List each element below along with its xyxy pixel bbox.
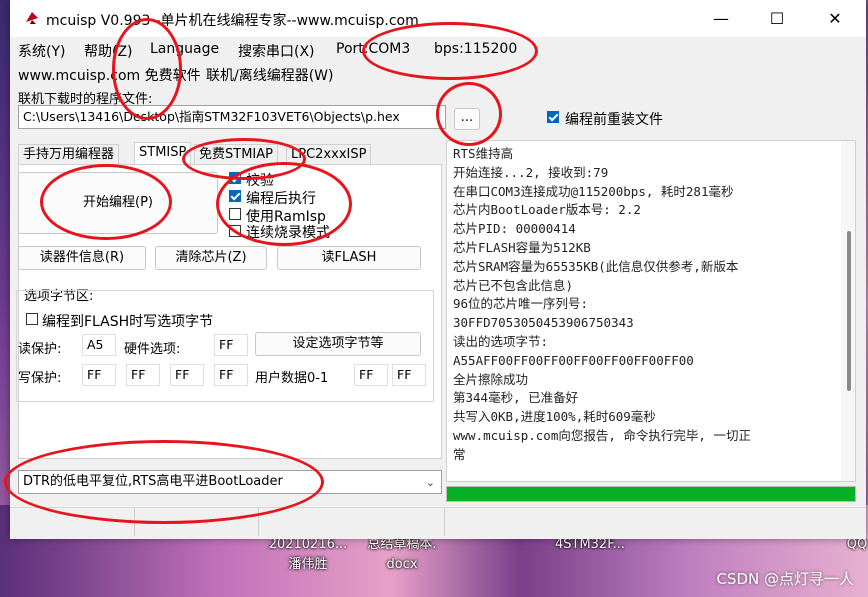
write-option-label: 编程到FLASH时写选项字节 xyxy=(42,314,214,330)
log-line: 共写入0KB,进度100%,耗时609毫秒 xyxy=(453,409,656,425)
annotation-circle-port xyxy=(362,22,538,80)
desktop-file-2-ext: docx xyxy=(386,557,418,572)
log-line: 30FFD7053050453906750343 xyxy=(453,315,634,331)
hw-option-label: 硬件选项: xyxy=(124,342,181,357)
log-line: www.mcuisp.com向您报告, 命令执行完毕, 一切正 xyxy=(453,427,751,443)
desktop-file-1-owner: 潘伟胜 xyxy=(288,557,328,572)
app-icon xyxy=(26,12,38,24)
log-line: 读出的选项字节: xyxy=(453,333,549,349)
hw-option-field[interactable]: FF xyxy=(214,334,248,356)
log-line: 在串口COM3连接成功@115200bps, 耗时281毫秒 xyxy=(453,183,734,199)
log-output[interactable]: RTS维持高开始连接...2, 接收到:79 在串口COM3连接成功@115200… xyxy=(446,140,856,482)
write-protect-field-1[interactable]: FF xyxy=(82,364,116,386)
log-line: 开始连接...2, 接收到:79 xyxy=(453,164,609,180)
log-line: A55AFF00FF00FF00FF00FF00FF00FF00 xyxy=(453,352,694,368)
csdn-watermark: CSDN @点灯寻一人 xyxy=(716,570,854,588)
read-info-button[interactable]: 读器件信息(R) xyxy=(18,246,146,270)
log-line: 芯片已不包含此信息) xyxy=(453,277,574,293)
annotation-circle-dtr xyxy=(4,440,324,524)
read-protect-field[interactable]: A5 xyxy=(82,334,116,356)
write-protect-field-3[interactable]: FF xyxy=(170,364,204,386)
log-line: 芯片内BootLoader版本号: 2.2 xyxy=(453,202,641,218)
log-line: 常 xyxy=(453,446,466,462)
log-line: RTS维持高 xyxy=(453,146,514,161)
desktop-file-1[interactable]: 20210216... 潘伟胜 xyxy=(258,535,358,575)
minimize-button[interactable]: — xyxy=(692,0,750,37)
progress-fill xyxy=(447,487,855,501)
write-protect-field-2[interactable]: FF xyxy=(126,364,160,386)
close-button[interactable]: ✕ xyxy=(806,0,864,37)
menu-search-port[interactable]: 搜索串口(X) xyxy=(238,41,315,61)
write-protect-label: 写保护: xyxy=(18,371,62,386)
file-path-input[interactable]: C:\Users\13416\Desktop\指南STM32F103VET6\O… xyxy=(18,105,446,129)
annotation-circle-options xyxy=(216,162,352,246)
menu-offline[interactable]: 联机/离线编程器(W) xyxy=(206,65,333,85)
log-line: 96位的芯片唯一序列号: xyxy=(453,296,589,312)
user-data-field-2[interactable]: FF xyxy=(392,364,426,386)
write-option-checkbox[interactable] xyxy=(26,313,38,325)
maximize-button[interactable]: ☐ xyxy=(748,0,806,37)
window-title: mcuisp V0.993--单片机在线编程专家--www.mcuisp.com xyxy=(46,13,419,29)
log-scroll-thumb[interactable] xyxy=(847,231,851,391)
menu-system[interactable]: 系统(Y) xyxy=(18,41,65,61)
read-flash-button[interactable]: 读FLASH xyxy=(277,246,421,270)
user-data-field-1[interactable]: FF xyxy=(354,364,388,386)
annotation-circle-help xyxy=(112,18,182,120)
log-line: 芯片PID: 00000414 xyxy=(453,221,576,237)
mcuisp-window: mcuisp V0.993--单片机在线编程专家--www.mcuisp.com… xyxy=(4,0,866,539)
log-scrollbar[interactable] xyxy=(841,141,855,481)
erase-chip-button[interactable]: 清除芯片(Z) xyxy=(155,246,267,270)
tab-handheld[interactable]: 手持万用编程器 xyxy=(18,144,120,164)
write-protect-field-4[interactable]: FF xyxy=(214,364,248,386)
log-line: 芯片SRAM容量为65535KB(此信息仅供参考,新版本 xyxy=(453,258,739,274)
user-data-label: 用户数据0-1 xyxy=(255,371,329,386)
status-divider-3 xyxy=(444,508,445,536)
reload-checkbox[interactable] xyxy=(547,111,559,123)
desktop-file-2[interactable]: 总结草稿本. docx xyxy=(352,535,452,575)
annotation-circle-start xyxy=(40,164,172,240)
reload-label: 编程前重装文件 xyxy=(565,112,663,128)
log-line: 芯片FLASH容量为512KB xyxy=(453,239,591,255)
set-option-button[interactable]: 设定选项字节等 xyxy=(255,332,421,356)
chevron-down-icon: ⌄ xyxy=(425,476,435,489)
read-protect-label: 读保护: xyxy=(18,342,62,357)
log-line: 全片擦除成功 xyxy=(453,371,529,387)
progress-bar xyxy=(446,486,856,502)
log-lines: RTS维持高开始连接...2, 接收到:79 在串口COM3连接成功@115200… xyxy=(447,141,855,469)
log-line: 第344毫秒, 已准备好 xyxy=(453,390,579,406)
annotation-circle-browse xyxy=(436,82,502,146)
